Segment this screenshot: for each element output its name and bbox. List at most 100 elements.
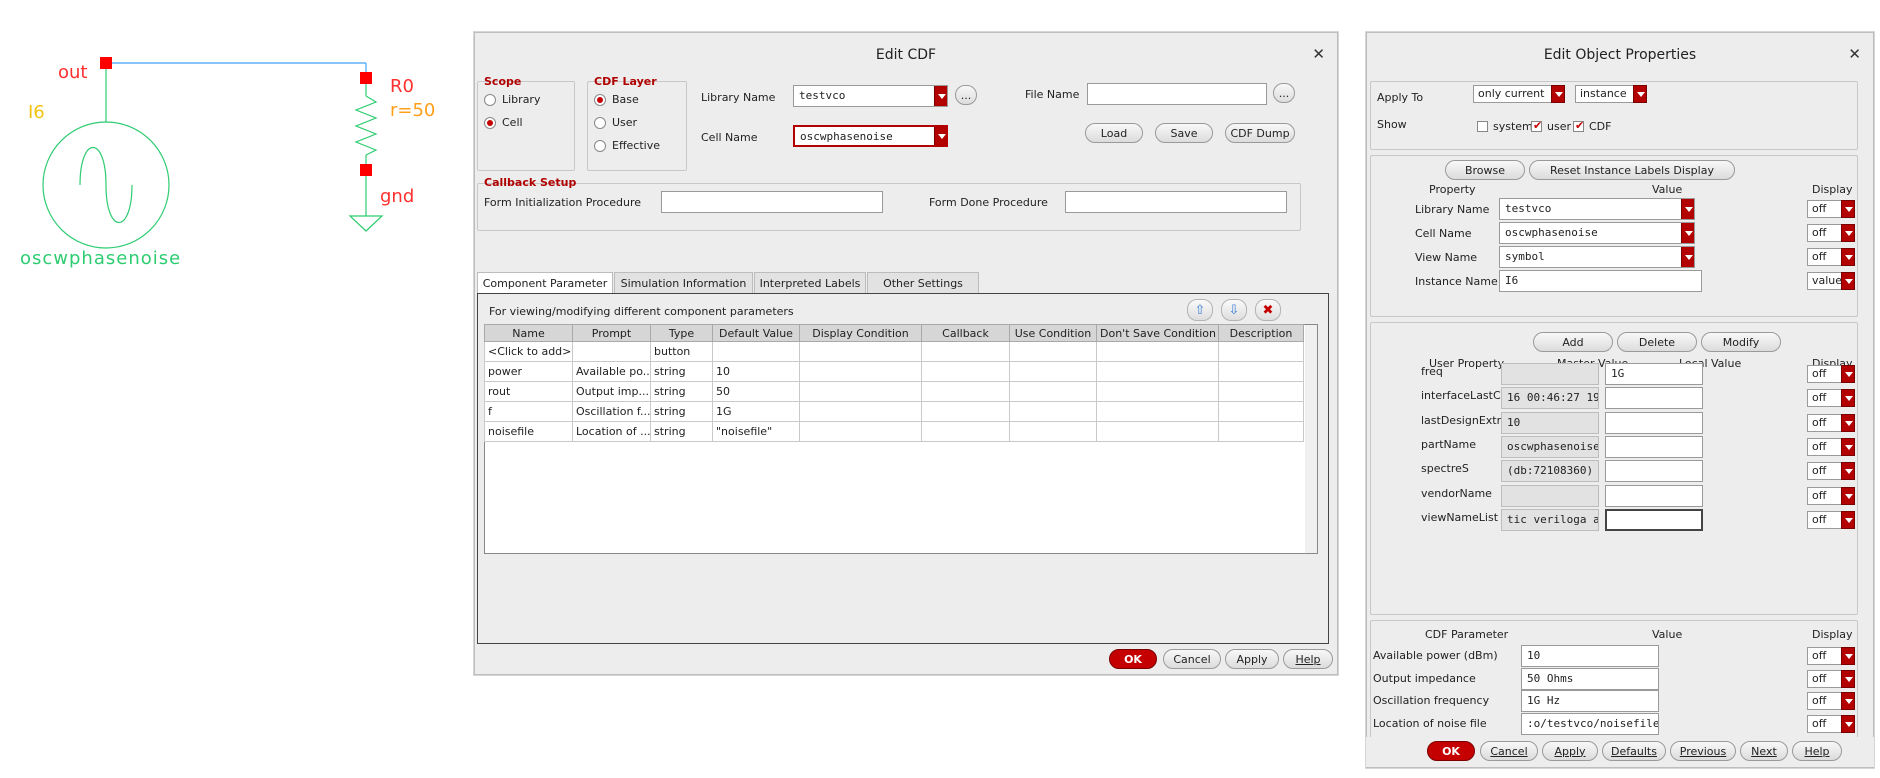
table-cell[interactable]: string [650, 421, 713, 442]
file-name-input[interactable] [1087, 83, 1267, 105]
property-value[interactable]: testvco [1499, 198, 1695, 220]
table-scroll-area[interactable] [1305, 325, 1317, 553]
property-value[interactable]: symbol [1499, 246, 1695, 268]
form-done-input[interactable] [1065, 191, 1287, 213]
display-dropdown[interactable]: off [1807, 437, 1855, 456]
table-cell[interactable] [1218, 381, 1304, 402]
display-dropdown[interactable]: off [1807, 647, 1855, 665]
chevron-down-icon[interactable] [1841, 692, 1855, 710]
scope-library-radio[interactable] [484, 94, 496, 106]
table-cell[interactable]: <Click to add> [484, 341, 573, 362]
props-apply-button[interactable]: Apply [1542, 741, 1598, 761]
cdf-parameter-value[interactable]: 50 Ohms [1521, 667, 1659, 690]
tab-interpreted-labels[interactable]: Interpreted Labels [754, 272, 866, 293]
delete-row-button[interactable]: ✖ [1255, 299, 1281, 321]
table-row[interactable]: noisefile Location of ... string "noisefile… [484, 421, 1304, 442]
table-cell[interactable] [712, 341, 800, 362]
table-cell[interactable] [1009, 381, 1097, 402]
table-cell[interactable]: noisefile [484, 421, 573, 442]
scope-cell-radio[interactable] [484, 117, 496, 129]
save-button[interactable]: Save [1155, 123, 1213, 143]
props-defaults-button[interactable]: Defaults [1602, 741, 1666, 761]
move-down-button[interactable]: ⇩ [1221, 299, 1247, 321]
column-header[interactable]: Name [484, 324, 573, 342]
local-value-input[interactable]: 1G [1605, 363, 1703, 385]
display-dropdown[interactable]: off [1807, 669, 1855, 688]
table-row[interactable]: <Click to add> button [484, 341, 1304, 362]
display-dropdown[interactable]: off [1807, 486, 1855, 505]
column-header[interactable]: Default Value [712, 324, 800, 342]
chevron-down-icon[interactable] [1841, 437, 1855, 456]
library-name-combo[interactable]: testvco [793, 85, 948, 107]
column-header[interactable]: Use Condition [1009, 324, 1097, 342]
table-cell[interactable] [1218, 401, 1304, 422]
table-cell[interactable]: string [650, 361, 713, 382]
close-icon[interactable]: ✕ [1312, 45, 1325, 63]
props-previous-button[interactable]: Previous [1670, 741, 1736, 761]
table-cell[interactable]: "noisefile" [712, 421, 800, 442]
table-cell[interactable]: 1G [712, 401, 800, 422]
cancel-button[interactable]: Cancel [1163, 649, 1221, 669]
column-header[interactable]: Prompt [572, 324, 651, 342]
chevron-down-icon[interactable] [1681, 247, 1694, 267]
load-button[interactable]: Load [1085, 123, 1143, 143]
show-system-checkbox[interactable] [1477, 121, 1488, 132]
display-dropdown[interactable]: off [1807, 200, 1855, 218]
modify-button[interactable]: Modify [1701, 332, 1781, 352]
close-icon[interactable]: ✕ [1848, 45, 1861, 63]
chevron-down-icon[interactable] [1841, 647, 1855, 665]
display-dropdown[interactable]: value [1807, 272, 1855, 290]
table-cell[interactable] [799, 381, 922, 402]
column-header[interactable]: Display Condition [799, 324, 922, 342]
pin-out[interactable] [100, 57, 112, 69]
chevron-down-icon[interactable] [1841, 224, 1855, 242]
column-header[interactable]: Description [1218, 324, 1304, 342]
chevron-down-icon[interactable] [1841, 200, 1855, 218]
show-cdf-checkbox[interactable] [1573, 119, 1584, 132]
apply-to-dropdown[interactable]: only current [1473, 85, 1565, 103]
table-cell[interactable]: rout [484, 381, 573, 402]
table-cell[interactable] [799, 341, 922, 362]
table-cell[interactable]: button [650, 341, 713, 362]
pin-r0-top[interactable] [360, 72, 372, 84]
column-header[interactable]: Callback [921, 324, 1010, 342]
table-cell[interactable] [1218, 421, 1304, 442]
browse-button[interactable]: Browse [1445, 160, 1525, 180]
props-cancel-button[interactable]: Cancel [1480, 741, 1538, 761]
table-cell[interactable] [1096, 401, 1219, 422]
table-cell[interactable] [921, 341, 1010, 362]
file-browse-button[interactable]: ... [1273, 83, 1295, 103]
chevron-down-icon[interactable] [1841, 669, 1855, 688]
table-cell[interactable] [1009, 401, 1097, 422]
local-value-input[interactable] [1605, 508, 1703, 531]
local-value-input[interactable] [1605, 484, 1703, 507]
local-value-input[interactable] [1605, 411, 1703, 434]
display-dropdown[interactable]: off [1807, 389, 1855, 408]
cdf-parameter-value[interactable]: 1G Hz [1521, 690, 1659, 712]
table-cell[interactable] [1218, 361, 1304, 382]
chevron-down-icon[interactable] [934, 127, 946, 145]
table-cell[interactable]: 50 [712, 381, 800, 402]
display-dropdown[interactable]: off [1807, 692, 1855, 710]
table-row[interactable]: rout Output imp... string 50 [484, 381, 1304, 402]
display-dropdown[interactable]: off [1807, 365, 1855, 383]
chevron-down-icon[interactable] [1633, 85, 1647, 103]
table-cell[interactable] [921, 361, 1010, 382]
chevron-down-icon[interactable] [1841, 510, 1855, 529]
column-header[interactable]: Don't Save Condition [1096, 324, 1219, 342]
table-cell[interactable] [799, 421, 922, 442]
table-cell[interactable] [1009, 341, 1097, 362]
table-cell[interactable]: power [484, 361, 573, 382]
show-user-checkbox[interactable] [1531, 119, 1542, 132]
property-value[interactable]: I6 [1499, 270, 1702, 292]
delete-button[interactable]: Delete [1617, 332, 1697, 352]
move-up-button[interactable]: ⇧ [1187, 299, 1213, 321]
cdf-parameter-value[interactable]: 10 [1521, 645, 1659, 667]
chevron-down-icon[interactable] [1681, 199, 1694, 219]
table-cell[interactable] [921, 421, 1010, 442]
local-value-input[interactable] [1605, 387, 1703, 410]
help-button[interactable]: Help [1283, 649, 1333, 669]
table-cell[interactable] [1096, 361, 1219, 382]
chevron-down-icon[interactable] [1841, 248, 1855, 266]
cdf-parameter-value[interactable]: :o/testvco/noisefile.txt" [1521, 712, 1659, 735]
